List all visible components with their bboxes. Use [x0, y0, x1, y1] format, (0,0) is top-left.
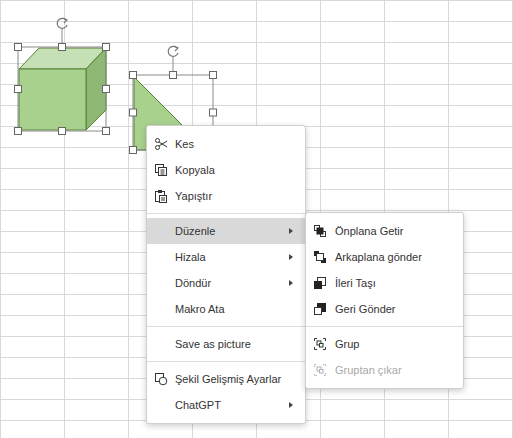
submenu-item[interactable]: Geri Gönder: [306, 296, 463, 322]
submenu-arrow-icon: [289, 402, 293, 408]
resize-handle[interactable]: [15, 128, 22, 135]
ungroup-icon: [313, 363, 327, 377]
menu-item-label: Yapıştır: [175, 189, 212, 203]
rotate-handle-icon[interactable]: [168, 46, 178, 56]
selection-frame: [15, 18, 110, 135]
resize-handle[interactable]: [210, 109, 217, 116]
send-back-icon: [313, 250, 327, 264]
context-submenu: Önplana Getir Arkaplana gönder İleri Taşı G…: [305, 212, 464, 389]
submenu-item[interactable]: Grup: [306, 331, 463, 357]
menu-item[interactable]: Yapıştır: [147, 183, 305, 209]
bring-forward-icon: [313, 276, 327, 290]
menu-item-label: Düzenle: [175, 224, 215, 238]
submenu-item[interactable]: İleri Taşı: [306, 270, 463, 296]
submenu-arrow-icon: [289, 254, 293, 260]
resize-handle[interactable]: [59, 44, 66, 51]
resize-handle[interactable]: [103, 44, 110, 51]
submenu-item-label: Geri Gönder: [335, 302, 396, 316]
menu-item[interactable]: Şekil Gelişmiş Ayarlar: [147, 366, 305, 392]
menu-item[interactable]: Kes: [147, 131, 305, 157]
copy-icon: [154, 163, 168, 177]
menu-item-label: Döndür: [175, 276, 211, 290]
resize-handle[interactable]: [210, 72, 217, 79]
resize-handle[interactable]: [103, 128, 110, 135]
scissors-icon: [154, 137, 168, 151]
submenu-arrow-icon: [289, 280, 293, 286]
resize-handle[interactable]: [130, 109, 137, 116]
send-backward-icon: [313, 302, 327, 316]
menu-item-label: Save as picture: [175, 337, 251, 351]
menu-item-label: Kopyala: [175, 163, 215, 177]
submenu-item: Gruptan çıkar: [306, 357, 463, 383]
submenu-item-label: Gruptan çıkar: [335, 363, 402, 377]
bring-front-icon: [313, 224, 327, 238]
cube-shape[interactable]: [15, 18, 110, 135]
menu-item-label: Makro Ata: [175, 302, 225, 316]
menu-item-label: ChatGPT: [175, 398, 221, 412]
resize-handle[interactable]: [103, 86, 110, 93]
menu-separator: [147, 361, 305, 362]
menu-item[interactable]: Makro Ata: [147, 296, 305, 322]
submenu-item-label: Arkaplana gönder: [335, 250, 422, 264]
menu-item[interactable]: Save as picture: [147, 331, 305, 357]
menu-item[interactable]: ChatGPT: [147, 392, 305, 418]
submenu-item-label: İleri Taşı: [335, 276, 376, 290]
menu-item-label: Şekil Gelişmiş Ayarlar: [175, 372, 281, 386]
menu-item-label: Hizala: [175, 250, 206, 264]
resize-handle[interactable]: [15, 44, 22, 51]
resize-handle[interactable]: [59, 128, 66, 135]
resize-handle[interactable]: [130, 147, 137, 154]
submenu-item-label: Grup: [335, 337, 359, 351]
submenu-item[interactable]: Arkaplana gönder: [306, 244, 463, 270]
context-menu: Kes Kopyala Yapıştır Düzenle Hizala Döndür Mak…: [146, 125, 306, 424]
menu-item[interactable]: Düzenle: [147, 218, 305, 244]
submenu-item[interactable]: Önplana Getir: [306, 218, 463, 244]
sheet-canvas[interactable]: Kes Kopyala Yapıştır Düzenle Hizala Döndür Mak…: [0, 0, 513, 438]
menu-item[interactable]: Hizala: [147, 244, 305, 270]
menu-separator: [147, 326, 305, 327]
menu-item[interactable]: Döndür: [147, 270, 305, 296]
submenu-item-label: Önplana Getir: [335, 224, 403, 238]
menu-item-label: Kes: [175, 137, 194, 151]
group-icon: [313, 337, 327, 351]
paste-icon: [154, 189, 168, 203]
resize-handle[interactable]: [130, 72, 137, 79]
menu-separator: [147, 213, 305, 214]
shape-settings-icon: [154, 372, 168, 386]
rotate-handle-icon[interactable]: [57, 18, 67, 28]
menu-separator: [306, 326, 463, 327]
resize-handle[interactable]: [15, 86, 22, 93]
menu-item[interactable]: Kopyala: [147, 157, 305, 183]
submenu-arrow-icon: [289, 228, 293, 234]
resize-handle[interactable]: [170, 72, 177, 79]
